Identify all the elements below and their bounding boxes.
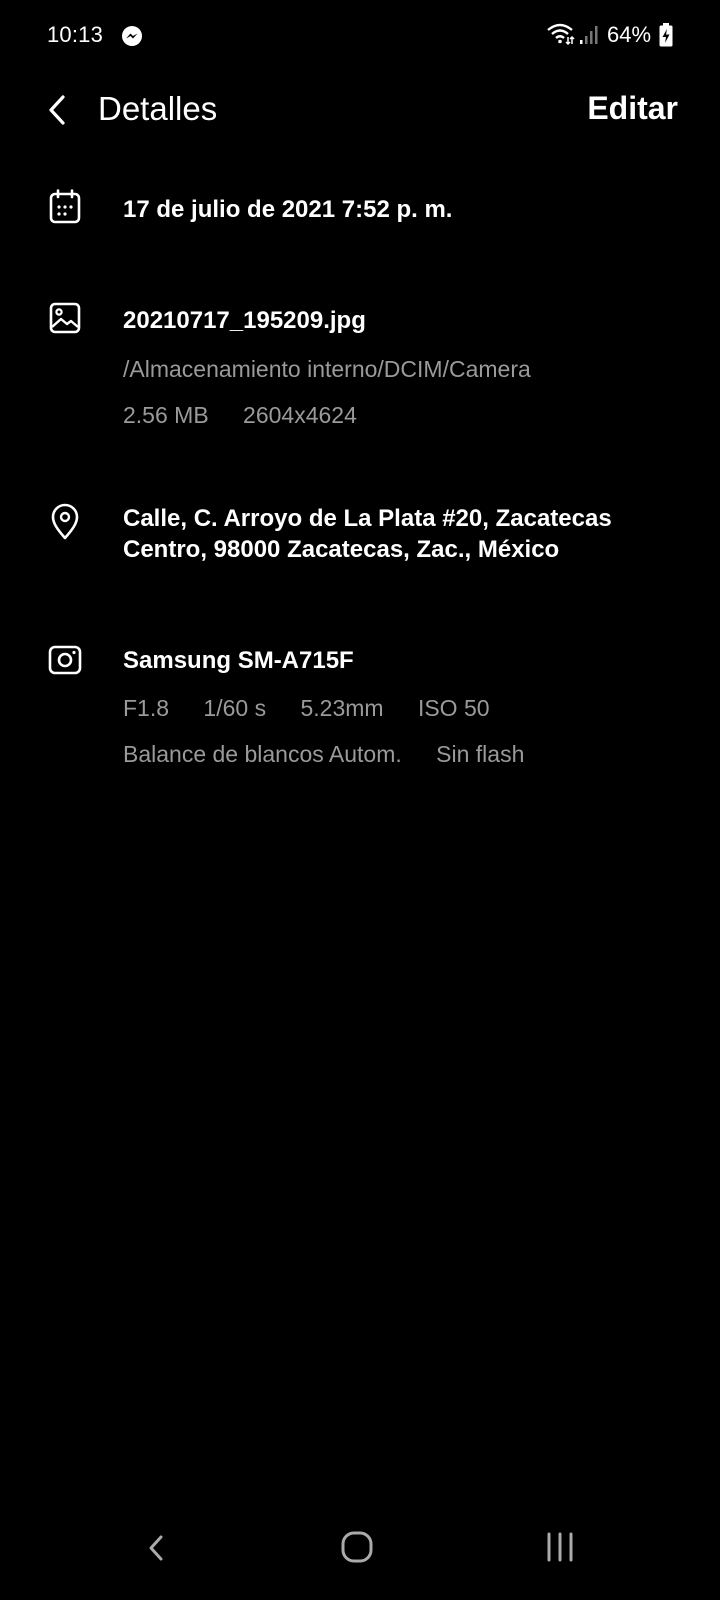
status-time: 10:13 bbox=[47, 22, 104, 47]
calendar-icon bbox=[49, 189, 81, 224]
edit-button[interactable]: Editar bbox=[587, 90, 678, 127]
camera-model: Samsung SM-A715F bbox=[123, 647, 354, 674]
page-title: Detalles bbox=[98, 90, 218, 127]
focal-length: 5.23mm bbox=[300, 695, 384, 721]
location-line-2: Centro, 98000 Zacatecas, Zac., México bbox=[123, 536, 560, 563]
file-size: 2.56 MB bbox=[123, 402, 209, 428]
location-line-1: Calle, C. Arroyo de La Plata #20, Zacate… bbox=[123, 505, 612, 532]
nav-home-button[interactable] bbox=[328, 1520, 388, 1580]
chevron-left-icon bbox=[49, 95, 65, 125]
app-header: Detalles Editar bbox=[0, 78, 720, 146]
nav-back-button[interactable] bbox=[127, 1520, 187, 1580]
shutter-speed: 1/60 s bbox=[203, 695, 267, 721]
wifi-icon bbox=[547, 23, 575, 46]
camera-settings: Balance de blancos Autom. Sin flash bbox=[123, 739, 524, 769]
file-resolution: 2604x4624 bbox=[243, 402, 357, 428]
location-pin-icon bbox=[51, 503, 79, 540]
image-icon bbox=[49, 302, 81, 334]
nav-home-icon bbox=[341, 1531, 373, 1563]
back-button[interactable] bbox=[36, 88, 80, 132]
signal-icon bbox=[580, 26, 598, 44]
nav-recents-icon bbox=[547, 1532, 573, 1562]
file-path: /Almacenamiento interno/DCIM/Camera bbox=[123, 356, 531, 382]
messenger-icon bbox=[122, 26, 142, 46]
flash: Sin flash bbox=[436, 741, 525, 767]
date-text: 17 de julio de 2021 7:52 p. m. bbox=[123, 196, 453, 223]
aperture: F1.8 bbox=[123, 695, 170, 721]
iso: ISO 50 bbox=[417, 695, 490, 721]
battery-percent: 64% bbox=[607, 22, 652, 47]
status-bar: 10:13 64% bbox=[0, 0, 720, 72]
nav-recents-button[interactable] bbox=[530, 1520, 590, 1580]
file-info: 2.56 MB 2604x4624 bbox=[123, 400, 357, 430]
navigation-bar bbox=[0, 1500, 720, 1600]
nav-back-icon bbox=[149, 1535, 163, 1561]
camera-icon bbox=[48, 645, 82, 675]
white-balance: Balance de blancos Autom. bbox=[123, 741, 402, 767]
camera-exposure: F1.8 1/60 s 5.23mm ISO 50 bbox=[123, 693, 490, 723]
battery-charging-icon bbox=[659, 23, 673, 47]
file-name: 20210717_195209.jpg bbox=[123, 307, 366, 334]
